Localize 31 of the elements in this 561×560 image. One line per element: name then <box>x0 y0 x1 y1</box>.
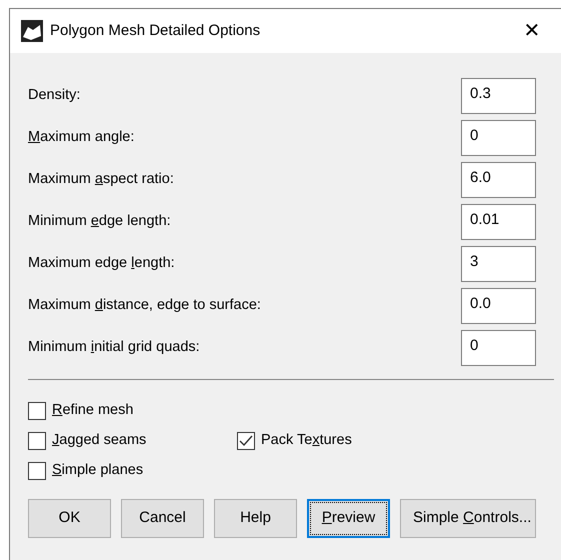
field-label: Maximum edge length: <box>28 254 175 274</box>
checkbox[interactable] <box>28 432 46 450</box>
input-field[interactable]: 3 <box>461 246 536 282</box>
checkbox-label[interactable]: Refine mesh <box>52 400 134 422</box>
checkbox[interactable] <box>28 462 46 480</box>
dialog-button[interactable]: Simple Controls... <box>400 499 536 538</box>
input-field[interactable]: 0.01 <box>461 204 536 240</box>
field-label: Density: <box>28 86 80 106</box>
input-field[interactable]: 0.0 <box>461 288 536 324</box>
field-label: Maximum distance, edge to surface: <box>28 296 261 316</box>
app-icon <box>20 19 44 43</box>
check-icon <box>239 435 253 447</box>
dialog-button[interactable]: OK <box>28 499 111 538</box>
checkbox[interactable] <box>237 432 255 450</box>
checkbox-label[interactable]: Simple planes <box>52 460 144 482</box>
field-label: Maximum angle: <box>28 128 134 148</box>
checkbox-label[interactable]: Pack Textures <box>261 430 352 452</box>
input-field[interactable]: 6.0 <box>461 162 536 198</box>
dialog-button[interactable]: Help <box>214 499 297 538</box>
window-title: Polygon Mesh Detailed Options <box>50 20 262 41</box>
checkbox-label[interactable]: Jagged seams <box>52 430 146 452</box>
dialog-button[interactable]: Cancel <box>121 499 204 538</box>
checkbox[interactable] <box>28 402 46 420</box>
field-label: Maximum aspect ratio: <box>28 170 174 190</box>
dialog-button[interactable]: Preview <box>307 499 390 538</box>
input-field[interactable]: 0 <box>461 120 536 156</box>
field-label: Minimum initial grid quads: <box>28 338 200 358</box>
input-field[interactable]: 0.3 <box>461 78 536 114</box>
close-button[interactable]: ✕ <box>509 9 555 53</box>
input-field[interactable]: 0 <box>461 330 536 366</box>
field-label: Minimum edge length: <box>28 212 171 232</box>
